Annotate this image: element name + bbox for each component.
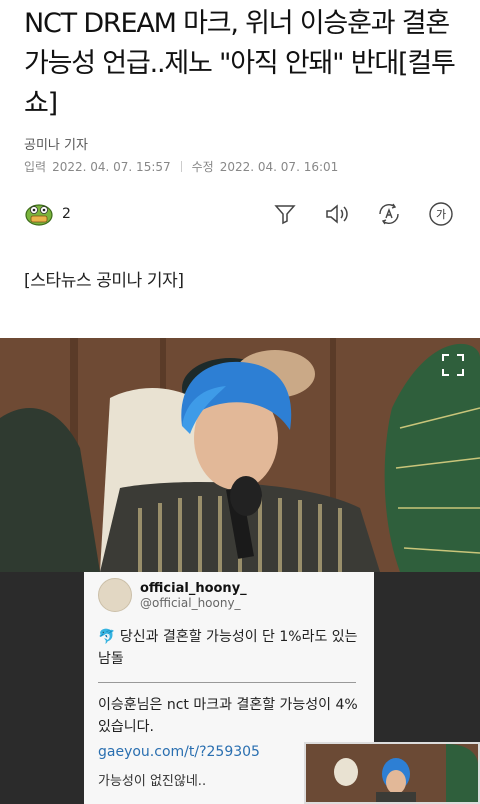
font-size-icon: 가	[429, 202, 453, 226]
published-label: 입력	[24, 160, 47, 174]
date-divider	[180, 161, 182, 172]
article-photo[interactable]: official_hoony_ @official_hoony_ 🐬 당신과 결…	[0, 338, 480, 804]
tweet-caption: 가능성이 없진않네..	[98, 774, 207, 789]
summary-button[interactable]	[270, 199, 300, 229]
avatar	[98, 578, 132, 612]
article-toolbar: 2 가	[24, 198, 456, 230]
broadcast-still	[0, 338, 480, 572]
tweet-question: 🐬 당신과 결혼할 가능성이 단 1%라도 있는 남돌	[98, 629, 358, 667]
reporter-name[interactable]: 공미나 기자	[24, 134, 88, 153]
translate-button[interactable]	[374, 199, 404, 229]
tweet-divider	[98, 682, 356, 683]
filter-icon	[274, 205, 296, 225]
tweet-answer: 이승훈님은 nct 마크과 결혼할 가능성이 4% 있습니다.	[98, 697, 358, 735]
modified-date: 2022. 04. 07. 16:01	[219, 159, 339, 174]
article-tools: 가	[270, 199, 456, 229]
tweet-header: official_hoony_ @official_hoony_	[98, 578, 247, 612]
reaction-emoji-icon	[25, 204, 53, 226]
article-title: NCT DREAM 마크, 위너 이승훈과 결혼 가능성 언급..제노 "아직 …	[24, 8, 456, 119]
fullscreen-icon[interactable]	[440, 352, 466, 378]
article-dates: 입력 2022. 04. 07. 15:57 수정 2022. 04. 07. …	[24, 158, 338, 175]
tweet-name: official_hoony_	[140, 580, 247, 596]
published-date: 2022. 04. 07. 15:57	[52, 159, 171, 174]
speaker-icon	[326, 204, 348, 224]
inset-scene-illustration	[306, 744, 478, 802]
broadcast-scene-illustration	[0, 338, 480, 572]
article-lede: [스타뉴스 공미나 기자]	[24, 271, 184, 291]
listen-button[interactable]	[322, 199, 352, 229]
reaction-count: 2	[62, 206, 71, 222]
tweet-link: gaeyou.com/t/?259305	[98, 744, 260, 760]
font-size-button[interactable]: 가	[426, 199, 456, 229]
font-size-label: 가	[436, 208, 446, 221]
translate-icon	[379, 203, 399, 225]
modified-label: 수정	[191, 160, 214, 174]
tweet-handle: @official_hoony_	[140, 595, 241, 610]
reaction-button[interactable]: 2	[24, 201, 71, 227]
inset-thumbnail	[304, 742, 480, 804]
